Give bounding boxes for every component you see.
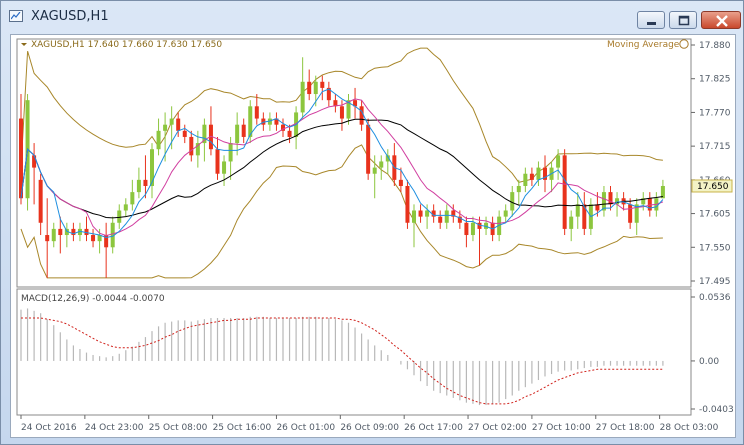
- time-tick-label: 26 Oct 17:00: [404, 423, 463, 433]
- time-tick-label: 28 Oct 03:00: [660, 423, 719, 433]
- candle-body: [150, 149, 154, 186]
- time-tick-label: 24 Oct 2016: [21, 423, 77, 433]
- candle-body: [32, 155, 37, 168]
- candle-body: [241, 124, 246, 137]
- close-button[interactable]: [701, 11, 741, 29]
- candle-body: [189, 136, 194, 156]
- candle-body: [215, 149, 220, 174]
- price-panel: [16, 38, 692, 288]
- price-axis: 17.88017.82517.77017.71517.66017.60517.5…: [691, 41, 734, 415]
- candle-body: [372, 167, 377, 174]
- time-tick-label: 27 Oct 18:00: [596, 423, 655, 433]
- candle-body: [130, 192, 135, 205]
- candle-body: [339, 106, 344, 119]
- candle-body: [529, 173, 534, 180]
- candle-body: [569, 216, 574, 229]
- candle-body: [228, 143, 233, 162]
- candle-body: [91, 235, 96, 242]
- candle: [405, 179, 410, 229]
- candle: [366, 118, 371, 180]
- candle-body: [169, 118, 174, 125]
- chart-area[interactable]: 17.88017.82517.77017.71517.66017.60517.5…: [10, 34, 736, 438]
- candle-body: [470, 222, 475, 236]
- candle-body: [254, 106, 259, 119]
- price-tick-label: 17.605: [699, 210, 731, 220]
- price-tick-label: 17.550: [699, 243, 731, 253]
- candle-body: [444, 210, 449, 223]
- macd-label: MACD(12,26,9) -0.0044 -0.0070: [21, 294, 165, 304]
- candle-body: [163, 124, 168, 131]
- time-tick-label: 24 Oct 23:00: [85, 423, 144, 433]
- candle-body: [628, 204, 633, 223]
- price-tick-label: 17.715: [699, 142, 731, 152]
- candle-body: [405, 185, 410, 223]
- candle-body: [320, 81, 325, 88]
- candle-body: [58, 228, 63, 236]
- indicator-label: Moving Average: [607, 40, 680, 50]
- candle-body: [300, 81, 305, 113]
- candle-body: [307, 81, 312, 95]
- price-tick-label: 17.880: [699, 41, 731, 51]
- close-icon: [716, 15, 728, 27]
- maximize-button[interactable]: [669, 11, 697, 29]
- candle-body: [235, 124, 240, 144]
- candle-body: [143, 179, 148, 186]
- price-chart[interactable]: 17.88017.82517.77017.71517.66017.60517.5…: [11, 35, 735, 437]
- candle-body: [438, 216, 443, 223]
- macd-panel: [16, 288, 692, 416]
- candle-body: [313, 81, 318, 95]
- macd-tick-label: 0.00: [699, 357, 719, 367]
- time-axis: 24 Oct 2016 24 Oct 23:00 25 Oct 08:00 25 Oc…: [20, 415, 719, 433]
- candle-body: [418, 210, 423, 217]
- candle-body: [136, 179, 141, 193]
- chart-header: XAGUSD,H1 17.640 17.660 17.630 17.650: [31, 40, 222, 50]
- candle-body: [425, 210, 430, 217]
- price-tick-label: 17.495: [699, 277, 731, 287]
- minimize-button[interactable]: [637, 11, 665, 29]
- macd-tick-label: -0.0403: [699, 405, 734, 415]
- candle-body: [156, 130, 161, 150]
- candle-body: [412, 210, 416, 223]
- candle-body: [222, 161, 227, 174]
- candle-body: [182, 130, 187, 137]
- candle-body: [45, 235, 50, 242]
- macd-tick-label: 0.0536: [699, 293, 731, 303]
- time-tick-label: 27 Oct 02:00: [468, 423, 527, 433]
- candle-body: [117, 210, 122, 223]
- time-tick-label: 26 Oct 09:00: [340, 423, 399, 433]
- maximize-icon: [678, 15, 690, 26]
- candle-body: [523, 173, 528, 186]
- chart-window: XAGUSD,H1 17.88017.82517.77017.71517.660…: [0, 0, 744, 445]
- price-tick-label: 17.770: [699, 108, 731, 118]
- candle-body: [38, 179, 43, 223]
- candle-body: [503, 210, 508, 217]
- minimize-icon: [647, 22, 656, 25]
- current-price-label: 17.650: [697, 182, 729, 192]
- candle-body: [366, 124, 371, 174]
- time-tick-label: 25 Oct 08:00: [149, 423, 208, 433]
- candle-body: [608, 192, 613, 205]
- time-tick-label: 26 Oct 01:00: [276, 423, 335, 433]
- candle-body: [516, 185, 521, 193]
- candle-body: [176, 118, 181, 131]
- candle-body: [359, 106, 364, 125]
- candle-body: [123, 204, 128, 211]
- candle-body: [562, 155, 567, 229]
- window-title: XAGUSD,H1: [31, 9, 109, 24]
- candle-body: [575, 204, 580, 217]
- time-tick-label: 25 Oct 16:00: [213, 423, 272, 433]
- chart-window-icon: [9, 10, 23, 22]
- candle-body: [556, 155, 561, 168]
- candle: [562, 149, 567, 236]
- candle-body: [379, 161, 384, 168]
- time-tick-label: 27 Oct 10:00: [532, 423, 591, 433]
- candle-body: [51, 228, 56, 242]
- price-tick-label: 17.825: [699, 75, 731, 85]
- candle-body: [287, 130, 292, 137]
- candle-body: [398, 179, 403, 186]
- candle-body: [536, 167, 541, 180]
- title-bar[interactable]: XAGUSD,H1: [1, 1, 743, 31]
- candle-body: [464, 222, 469, 236]
